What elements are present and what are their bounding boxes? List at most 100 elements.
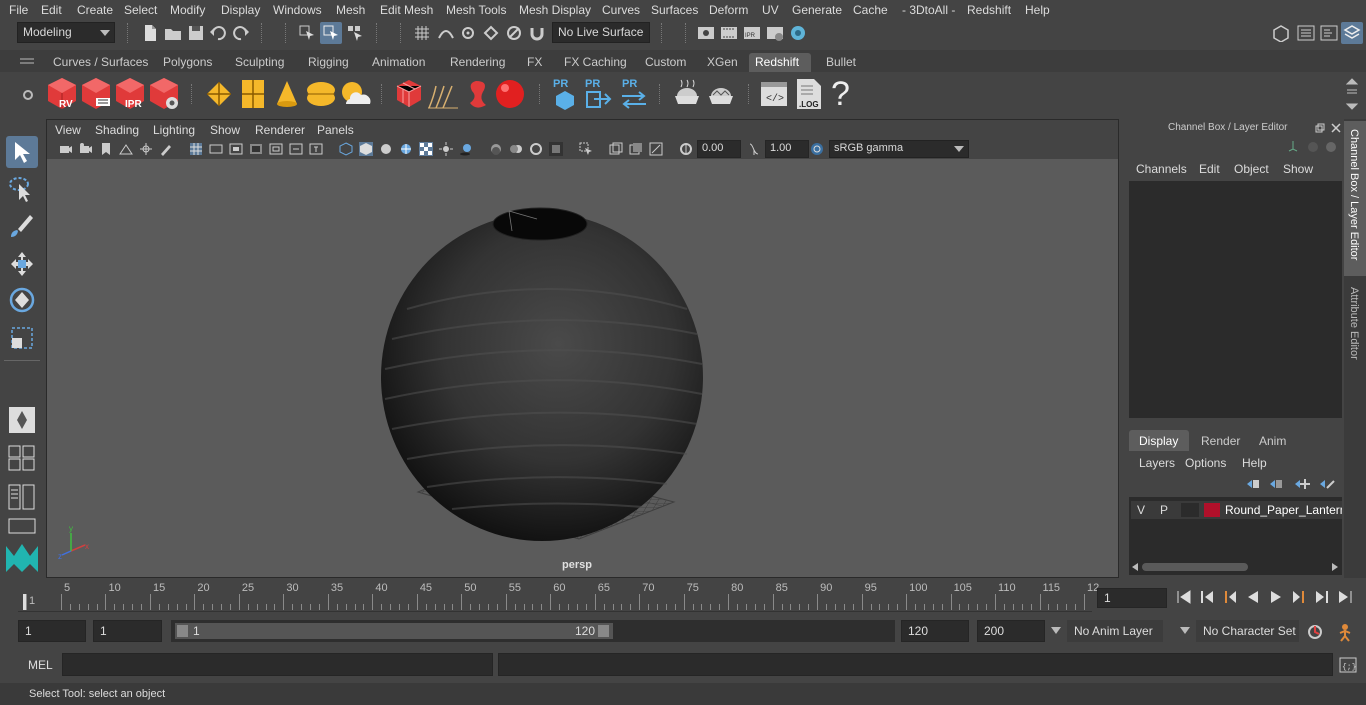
tab-fx[interactable]: FX bbox=[521, 53, 548, 72]
save-scene-icon[interactable] bbox=[187, 24, 205, 42]
show-manipulator-icon[interactable] bbox=[8, 406, 36, 434]
select-component-icon[interactable] bbox=[346, 24, 364, 42]
xray-icon[interactable] bbox=[609, 142, 623, 156]
color-space-dropdown[interactable]: sRGB gamma bbox=[829, 140, 969, 158]
script-editor-icon[interactable]: {;} bbox=[1339, 657, 1357, 673]
select-tool-button[interactable] bbox=[6, 136, 38, 168]
default-lighting-icon[interactable] bbox=[379, 142, 393, 156]
grease-pencil-icon[interactable] bbox=[159, 142, 173, 156]
use-all-lights-icon[interactable] bbox=[439, 142, 453, 156]
anti-aliasing-icon[interactable] bbox=[529, 142, 543, 156]
safe-action-icon[interactable] bbox=[289, 142, 303, 156]
new-layer-icon[interactable] bbox=[1293, 477, 1311, 491]
play-backward-button[interactable] bbox=[1245, 589, 1261, 605]
camera-attributes-icon[interactable] bbox=[79, 142, 93, 156]
menu-mesh-tools[interactable]: Mesh Tools bbox=[446, 3, 506, 17]
time-slider[interactable]: 1 5 10 15 20 25 30 35 40 45 50 55 60 65 70 75 80 85 90 95 10… bbox=[0, 580, 1366, 614]
redo-icon[interactable] bbox=[232, 24, 250, 42]
xray-joints-icon[interactable] bbox=[649, 142, 663, 156]
shelf-settings-gear-icon[interactable] bbox=[21, 88, 35, 102]
viewport-menu-view[interactable]: View bbox=[55, 123, 81, 137]
redshift-pr-cube-icon[interactable]: PR bbox=[552, 76, 578, 112]
gate-mask-icon[interactable] bbox=[249, 142, 263, 156]
new-layer-from-selection-icon[interactable] bbox=[1318, 477, 1336, 491]
gamma-icon[interactable] bbox=[747, 142, 761, 156]
move-tool-icon[interactable] bbox=[8, 250, 36, 278]
current-time-marker[interactable] bbox=[23, 594, 26, 610]
menu-display[interactable]: Display bbox=[221, 3, 260, 17]
redshift-batch-render-icon[interactable] bbox=[79, 76, 113, 112]
float-panel-icon[interactable] bbox=[1315, 123, 1325, 133]
undo-icon[interactable] bbox=[209, 24, 227, 42]
channel-list[interactable] bbox=[1129, 181, 1342, 418]
move-layer-down-icon[interactable] bbox=[1268, 477, 1284, 491]
redshift-log-icon[interactable]: .LOG bbox=[794, 77, 824, 111]
make-live-icon[interactable] bbox=[505, 24, 523, 42]
redshift-dome-light-icon[interactable] bbox=[304, 78, 338, 110]
layer-menu-options[interactable]: Options bbox=[1185, 456, 1226, 470]
command-input[interactable] bbox=[62, 653, 493, 676]
shadows-icon[interactable] bbox=[459, 142, 473, 156]
step-forward-key-button[interactable] bbox=[1291, 589, 1307, 605]
tab-polygons[interactable]: Polygons bbox=[157, 53, 218, 72]
menu-3dtoall[interactable]: - 3DtoAll - bbox=[902, 3, 955, 17]
channel-box-mode-icons[interactable] bbox=[1285, 139, 1339, 155]
menu-deform[interactable]: Deform bbox=[709, 3, 748, 17]
grid-toggle-icon[interactable] bbox=[189, 142, 203, 156]
step-back-button[interactable] bbox=[1199, 589, 1215, 605]
range-options-arrow-icon[interactable] bbox=[1051, 627, 1061, 635]
color-management-icon[interactable] bbox=[810, 142, 824, 156]
redshift-script-editor-icon[interactable]: </> bbox=[759, 79, 789, 109]
layer-menu-layers[interactable]: Layers bbox=[1139, 456, 1175, 470]
tab-custom[interactable]: Custom bbox=[639, 53, 692, 72]
attribute-editor-toggle-icon[interactable] bbox=[1297, 24, 1315, 42]
tab-anim[interactable]: Anim bbox=[1249, 430, 1299, 451]
paper-lantern-sphere[interactable] bbox=[381, 213, 703, 541]
modeling-toolkit-icon[interactable] bbox=[1272, 24, 1290, 42]
step-forward-button[interactable] bbox=[1314, 589, 1330, 605]
layer-menu-help[interactable]: Help bbox=[1242, 456, 1267, 470]
render-settings-icon[interactable] bbox=[766, 24, 784, 42]
redshift-bake-icon[interactable] bbox=[671, 78, 703, 110]
range-start-handle[interactable] bbox=[177, 625, 188, 637]
ipr-render-icon[interactable]: IPR bbox=[743, 24, 761, 42]
layer-color-swatch[interactable] bbox=[1204, 503, 1220, 517]
redshift-hair-icon[interactable] bbox=[426, 82, 460, 110]
layer-display-type-toggle[interactable] bbox=[1181, 503, 1199, 517]
side-tab-attribute-editor[interactable]: Attribute Editor bbox=[1344, 284, 1366, 374]
redshift-sun-sky-icon[interactable] bbox=[338, 78, 372, 110]
tab-render[interactable]: Render bbox=[1191, 430, 1247, 451]
menu-surfaces[interactable]: Surfaces bbox=[651, 3, 698, 17]
redshift-spot-light-icon[interactable] bbox=[272, 78, 302, 110]
wireframe-on-shaded-icon[interactable] bbox=[399, 142, 413, 156]
snap-to-grid-icon[interactable] bbox=[413, 24, 431, 42]
anim-layer-field[interactable]: No Anim Layer bbox=[1067, 620, 1163, 642]
select-hierarchy-icon[interactable] bbox=[298, 24, 316, 42]
render-frame-icon[interactable] bbox=[720, 24, 738, 42]
channel-menu-object[interactable]: Object bbox=[1234, 162, 1269, 176]
safe-title-icon[interactable] bbox=[309, 142, 323, 156]
scroll-right-icon[interactable] bbox=[1332, 563, 1338, 571]
lasso-tool-icon[interactable] bbox=[8, 174, 36, 204]
channel-menu-edit[interactable]: Edit bbox=[1199, 162, 1220, 176]
current-frame-field[interactable]: 1 bbox=[1097, 588, 1167, 608]
exposure-icon[interactable] bbox=[679, 142, 693, 156]
menu-redshift[interactable]: Redshift bbox=[967, 3, 1011, 17]
redshift-volume-icon[interactable] bbox=[462, 77, 494, 111]
menu-file[interactable]: File bbox=[9, 3, 28, 17]
redshift-render-settings-icon[interactable] bbox=[147, 76, 181, 112]
tab-sculpting[interactable]: Sculpting bbox=[229, 53, 290, 72]
menu-uv[interactable]: UV bbox=[762, 3, 779, 17]
scroll-left-icon[interactable] bbox=[1132, 563, 1138, 571]
channel-menu-channels[interactable]: Channels bbox=[1136, 162, 1187, 176]
character-set-field[interactable]: No Character Set bbox=[1196, 620, 1299, 642]
layer-row[interactable]: V P Round_Paper_Lantern bbox=[1131, 501, 1342, 519]
tab-xgen[interactable]: XGen bbox=[701, 53, 744, 72]
redshift-ipr-icon[interactable]: IPR bbox=[113, 76, 147, 112]
redshift-render-view-icon[interactable]: RV bbox=[45, 76, 79, 112]
mode-selector[interactable]: Modeling bbox=[17, 22, 115, 43]
range-end-handle[interactable] bbox=[598, 625, 609, 637]
menu-modify[interactable]: Modify bbox=[170, 3, 205, 17]
menu-edit-mesh[interactable]: Edit Mesh bbox=[380, 3, 433, 17]
viewport-menu-lighting[interactable]: Lighting bbox=[153, 123, 195, 137]
